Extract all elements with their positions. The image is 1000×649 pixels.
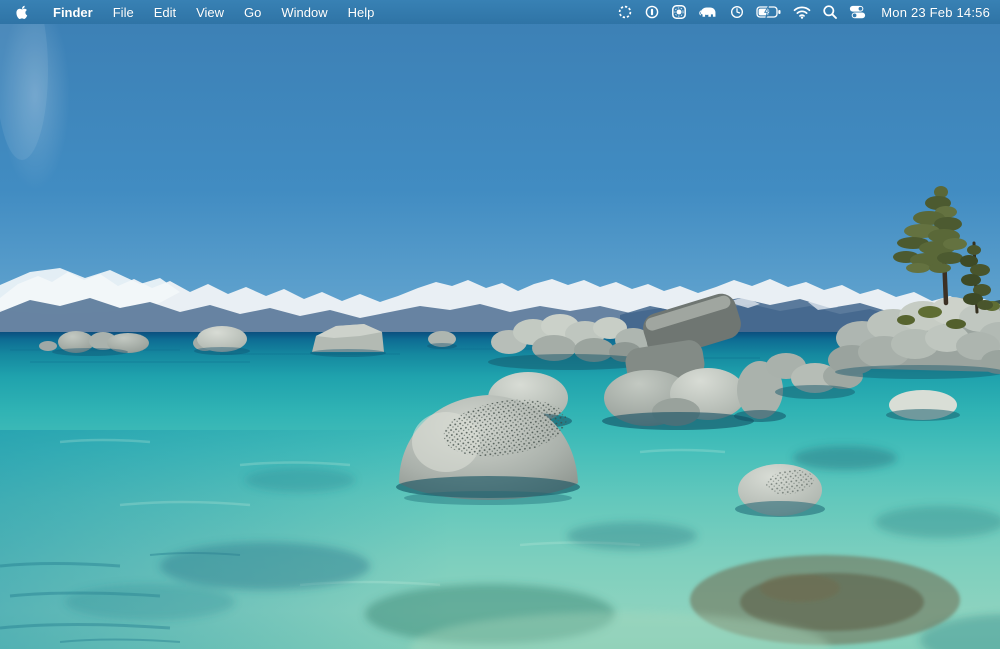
apple-menu[interactable] — [14, 0, 37, 24]
menu-bar-clock[interactable]: Mon 23 Feb 14:56 — [877, 5, 990, 20]
menu-window[interactable]: Window — [271, 0, 337, 24]
menu-view[interactable]: View — [186, 0, 234, 24]
screen: Finder File Edit View Go Window Help — [0, 0, 1000, 649]
menu-app-name[interactable]: Finder — [43, 0, 103, 24]
desktop-wallpaper — [0, 0, 1000, 649]
battery-charging-icon[interactable] — [756, 0, 782, 24]
circle-pause-icon[interactable] — [644, 0, 660, 24]
spotlight-search-icon[interactable] — [822, 0, 838, 24]
menu-help[interactable]: Help — [338, 0, 385, 24]
wifi-icon[interactable] — [793, 0, 811, 24]
menu-file[interactable]: File — [103, 0, 144, 24]
time-machine-clock-icon[interactable] — [729, 0, 745, 24]
menu-go[interactable]: Go — [234, 0, 271, 24]
apple-logo-icon — [16, 5, 29, 20]
elephant-icon[interactable] — [698, 0, 718, 24]
desktop[interactable] — [0, 0, 1000, 649]
rounded-square-dot-icon[interactable] — [671, 0, 687, 24]
menu-edit[interactable]: Edit — [144, 0, 186, 24]
dashed-circle-icon[interactable] — [617, 0, 633, 24]
menu-bar: Finder File Edit View Go Window Help — [0, 0, 1000, 24]
control-center-icon[interactable] — [849, 0, 866, 24]
